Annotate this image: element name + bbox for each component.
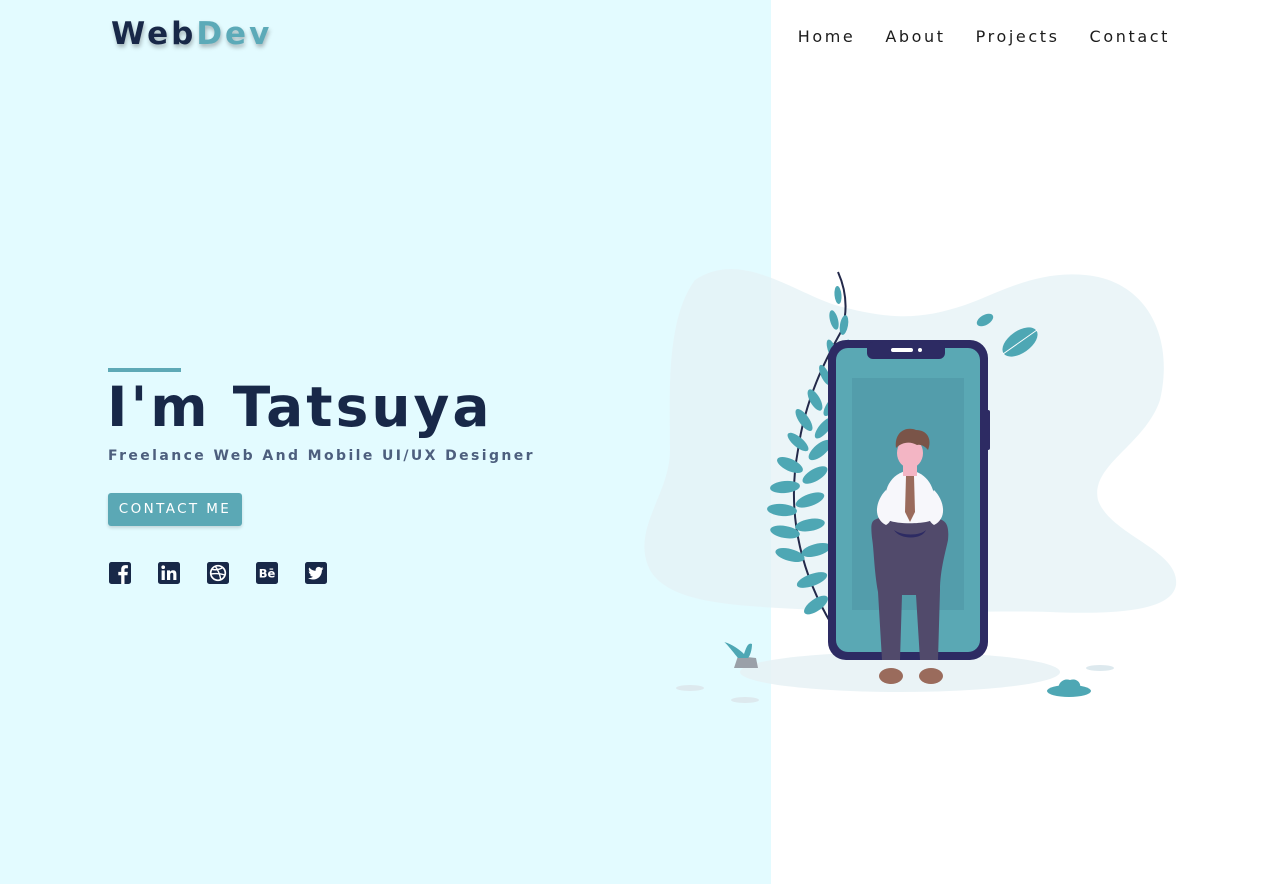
hero-title: I'm Tatsuya bbox=[107, 375, 493, 439]
contact-me-button[interactable]: CONTACT ME bbox=[108, 493, 242, 526]
behance-icon[interactable]: Bē bbox=[255, 561, 279, 585]
brand-logo[interactable]: WebDev bbox=[111, 14, 272, 54]
linkedin-icon[interactable] bbox=[157, 561, 181, 585]
twitter-icon[interactable] bbox=[304, 561, 328, 585]
main-nav: Home About Projects Contact bbox=[790, 26, 1170, 50]
hero-accent-line bbox=[108, 368, 181, 372]
hero-illustration bbox=[644, 269, 1177, 703]
hero-subtitle: Freelance Web And Mobile UI/UX Designer bbox=[108, 448, 535, 464]
nav-item-about[interactable]: About bbox=[885, 26, 945, 50]
dribbble-icon[interactable] bbox=[206, 561, 230, 585]
nav-item-contact[interactable]: Contact bbox=[1090, 26, 1170, 50]
brand-logo-part1: Web bbox=[111, 16, 197, 52]
behance-icon-text: Bē bbox=[259, 567, 276, 581]
nav-item-home[interactable]: Home bbox=[798, 26, 856, 50]
brand-logo-part2: Dev bbox=[196, 16, 273, 52]
social-links: Bē bbox=[108, 561, 328, 585]
small-plant-right bbox=[1047, 679, 1091, 697]
nav-item-projects[interactable]: Projects bbox=[976, 26, 1060, 50]
facebook-icon[interactable] bbox=[108, 561, 132, 585]
small-plant-left bbox=[724, 642, 758, 668]
